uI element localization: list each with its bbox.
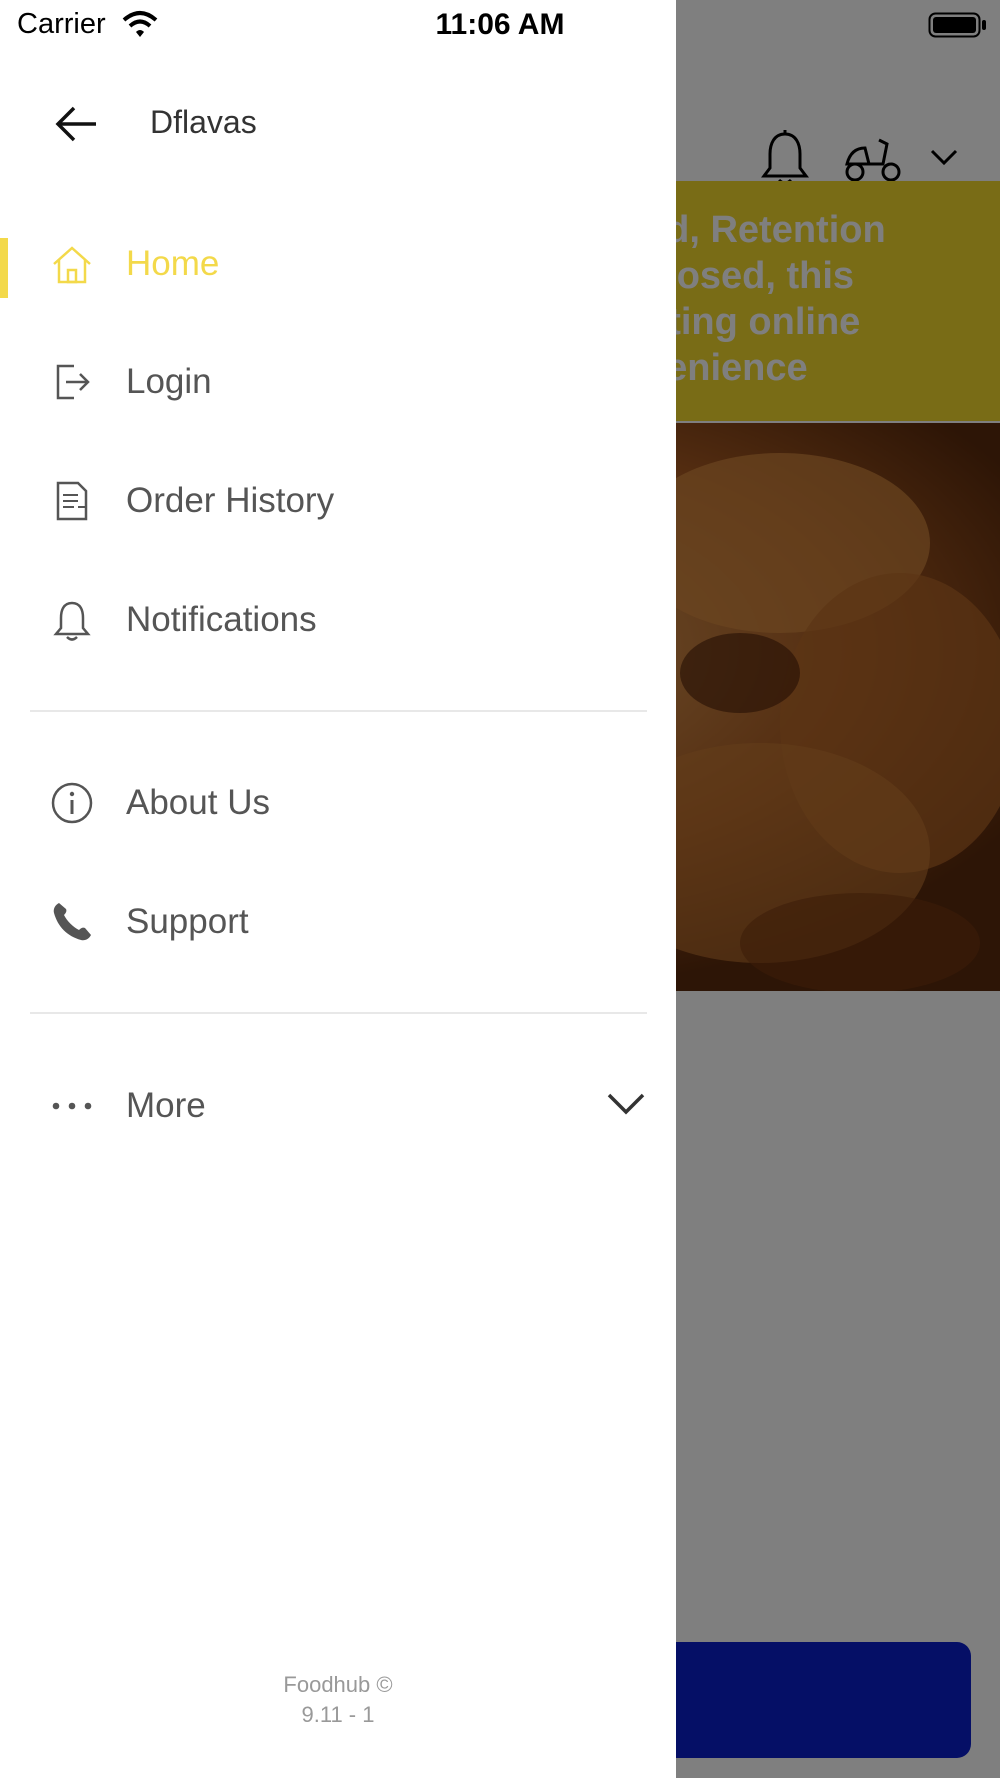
menu-item-login[interactable]: Login bbox=[0, 330, 676, 430]
login-icon bbox=[56, 364, 90, 400]
active-indicator bbox=[0, 238, 8, 298]
chevron-down-icon[interactable] bbox=[606, 1090, 646, 1118]
order-history-icon bbox=[56, 481, 88, 521]
divider bbox=[30, 1012, 647, 1014]
bell-icon bbox=[53, 601, 91, 641]
phone-icon bbox=[53, 903, 91, 941]
home-icon bbox=[53, 246, 91, 284]
side-drawer: Dflavas Home Login Order History Notific… bbox=[0, 0, 676, 1778]
drawer-header: Dflavas bbox=[0, 70, 676, 180]
restaurant-name: Dflavas bbox=[150, 104, 257, 140]
info-icon bbox=[51, 782, 93, 824]
footer-copyright: Foodhub © bbox=[283, 1672, 393, 1697]
menu-label-login: Login bbox=[126, 362, 212, 401]
menu-item-more[interactable]: More bbox=[0, 1054, 676, 1154]
menu-label-support: Support bbox=[126, 902, 249, 941]
divider bbox=[30, 710, 647, 712]
footer-version: 9.11 - 1 bbox=[301, 1702, 375, 1727]
menu-item-notifications[interactable]: Notifications bbox=[0, 568, 676, 668]
status-bar: Carrier 11:06 AM bbox=[0, 0, 1000, 50]
menu-item-home[interactable]: Home bbox=[0, 212, 676, 312]
menu-label-notifications: Notifications bbox=[126, 600, 317, 639]
clock: 11:06 AM bbox=[435, 8, 565, 41]
menu-item-about-us[interactable]: About Us bbox=[0, 751, 676, 851]
back-arrow-icon[interactable] bbox=[54, 104, 98, 144]
battery-icon bbox=[928, 12, 986, 38]
menu-label-home: Home bbox=[126, 244, 220, 283]
menu-item-support[interactable]: Support bbox=[0, 870, 676, 970]
menu-label-order-history: Order History bbox=[126, 481, 335, 520]
menu-label-more: More bbox=[126, 1086, 206, 1125]
menu-item-order-history[interactable]: Order History bbox=[0, 449, 676, 549]
app-version-footer: Foodhub © 9.11 - 1 bbox=[0, 1670, 676, 1730]
menu-label-about-us: About Us bbox=[126, 783, 270, 822]
more-dots-icon bbox=[52, 1102, 92, 1110]
